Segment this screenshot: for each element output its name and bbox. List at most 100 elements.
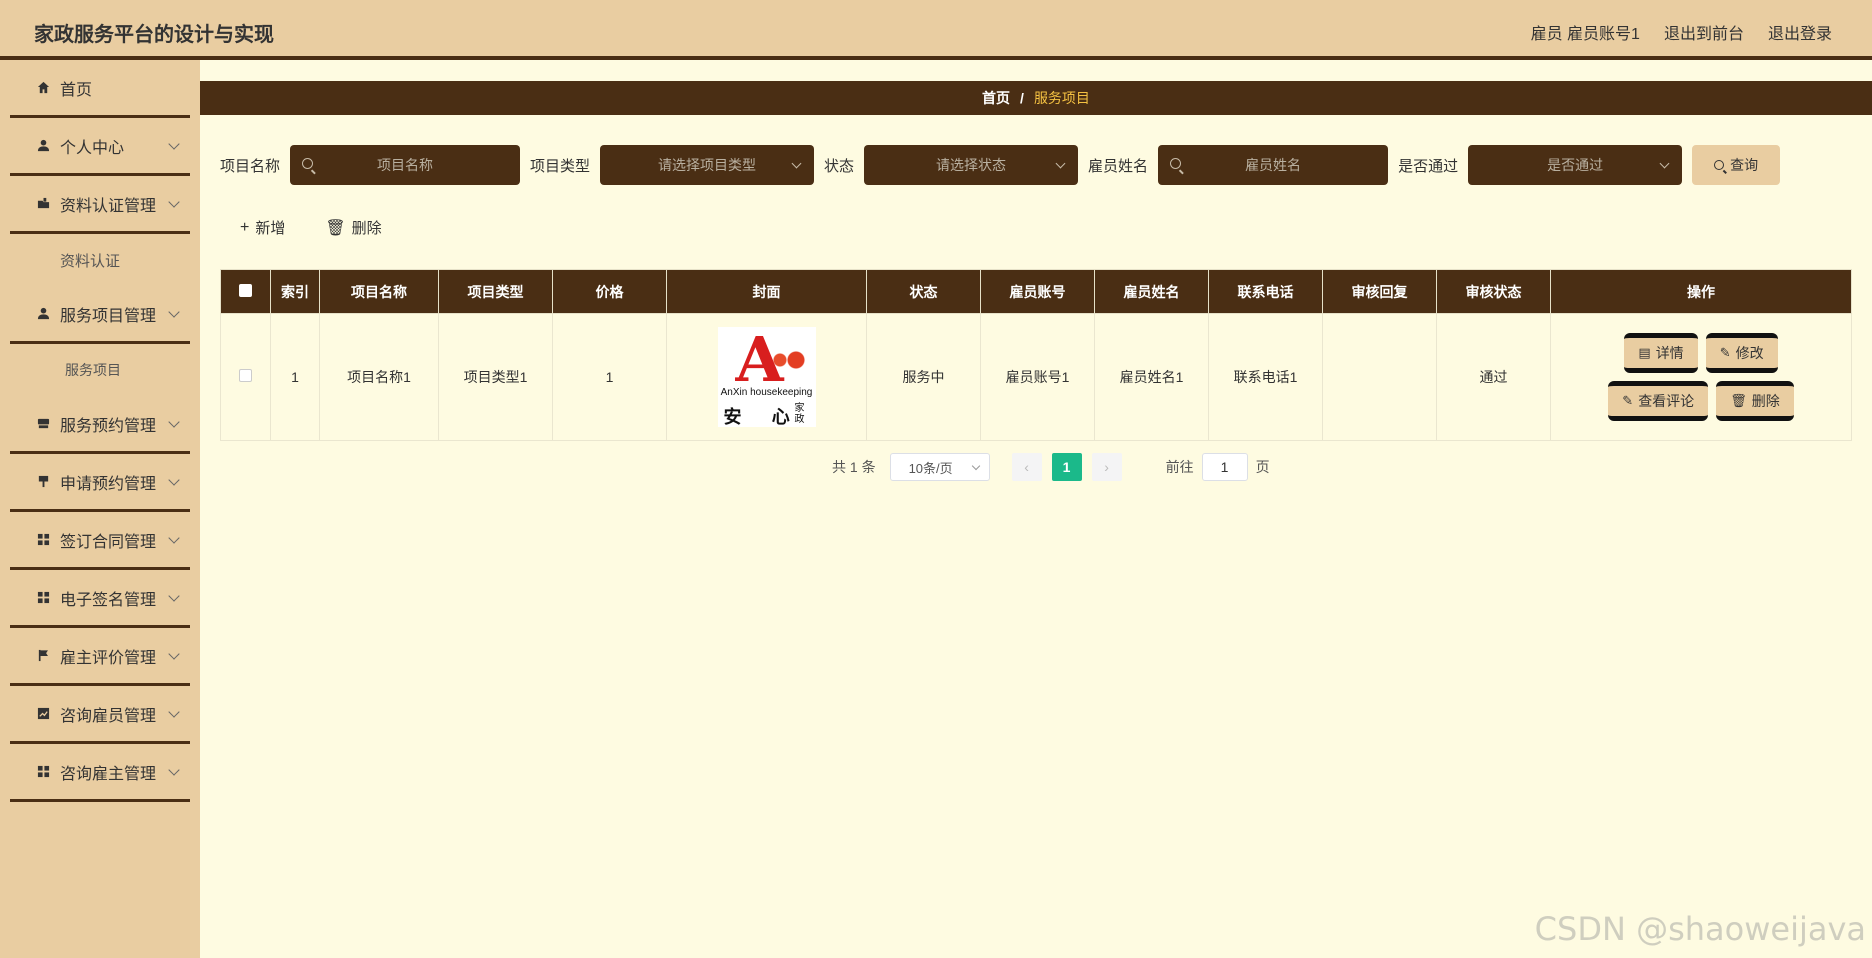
cell-index: 1 <box>270 313 320 441</box>
detail-button[interactable]: ▤ 详情 <box>1624 333 1698 373</box>
col-header: 联系电话 <box>1208 269 1323 314</box>
project-type-select[interactable]: 请选择项目类型 <box>600 145 815 185</box>
sidebar-item-booking-mgmt[interactable]: 服务预约管理 <box>10 396 190 454</box>
toolbar: + 新增 🗑 删除 <box>240 217 382 238</box>
project-type-label: 项目类型 <box>530 157 591 175</box>
logo-chinese-small: 家政 <box>794 403 805 425</box>
app-title: 家政服务平台的设计与实现 <box>34 24 274 46</box>
box-icon <box>36 417 50 431</box>
cell-name: 项目名称1 <box>319 313 439 441</box>
row-checkbox[interactable] <box>239 369 252 382</box>
detail-label: 详情 <box>1655 345 1684 361</box>
prev-page-button[interactable]: ‹ <box>1011 453 1042 481</box>
col-header: 价格 <box>552 269 667 314</box>
status-placeholder: 请选择状态 <box>936 157 1007 173</box>
flag-icon <box>36 649 50 663</box>
goto-label: 前往 <box>1165 459 1194 475</box>
chevron-down-icon <box>168 306 180 318</box>
grid-icon <box>36 765 50 779</box>
status-select[interactable]: 请选择状态 <box>864 145 1079 185</box>
page-size-select[interactable]: 10条/页 <box>889 453 990 481</box>
employee-name-input[interactable]: 雇员姓名 <box>1158 145 1389 185</box>
delete-label: 删除 <box>351 220 382 237</box>
sidebar-subitem-cert[interactable]: 资料认证 <box>10 234 190 286</box>
breadcrumb-separator: / <box>1020 90 1024 106</box>
table-header-row: 索引 项目名称 项目类型 价格 封面 状态 雇员账号 雇员姓名 联系电话 审核回… <box>220 269 1852 314</box>
project-name-placeholder: 项目名称 <box>377 157 434 173</box>
watermark: CSDN @shaoweijava <box>1534 910 1866 948</box>
page-size-label: 10条/页 <box>908 460 953 476</box>
chevron-down-icon <box>168 590 180 602</box>
chevron-down-icon <box>168 416 180 428</box>
col-header: 索引 <box>270 269 320 314</box>
chevron-down-icon <box>791 158 802 169</box>
sidebar-item-signature-mgmt[interactable]: 电子签名管理 <box>10 570 190 628</box>
add-button[interactable]: + 新增 <box>240 217 285 238</box>
grid-icon <box>36 533 50 547</box>
edit-icon: ✎ <box>1622 393 1634 408</box>
logo-swirl <box>767 349 808 371</box>
logo-chinese: 安 心 <box>723 407 802 428</box>
query-button[interactable]: 查询 <box>1692 145 1781 185</box>
approved-select[interactable]: 是否通过 <box>1468 145 1683 185</box>
user-icon <box>36 307 50 321</box>
edit-button[interactable]: ✎ 修改 <box>1705 333 1778 373</box>
sidebar-subitem-service[interactable]: 服务项目 <box>10 344 190 396</box>
next-page-button[interactable]: › <box>1091 453 1122 481</box>
sidebar-item-apply-mgmt[interactable]: 申请预约管理 <box>10 454 190 512</box>
sidebar: 首页 个人中心 资料认证管理 资料认证 服务项目管理 服务项目 服务预约管理 申… <box>0 60 200 958</box>
current-user: 雇员 雇员账号1 <box>1530 26 1640 43</box>
view-comments-button[interactable]: ✎ 查看评论 <box>1608 381 1709 421</box>
col-header: 项目类型 <box>438 269 553 314</box>
chevron-down-icon <box>971 461 980 471</box>
sidebar-item-contract-mgmt[interactable]: 签订合同管理 <box>10 512 190 570</box>
chevron-down-icon <box>168 196 180 208</box>
sidebar-item-label: 电子签名管理 <box>60 591 157 609</box>
sidebar-item-label: 资料认证管理 <box>60 197 157 215</box>
cover-image[interactable]: A AnXin housekeeping 安 心 家政 <box>717 323 816 428</box>
sidebar-item-label: 服务预约管理 <box>60 417 157 435</box>
row-delete-button[interactable]: 🗑 删除 <box>1716 381 1794 421</box>
user-icon <box>36 139 50 153</box>
cell-account: 雇员账号1 <box>980 313 1095 441</box>
sidebar-item-home[interactable]: 首页 <box>10 60 190 118</box>
chevron-left-icon: ‹ <box>1024 459 1029 475</box>
page-number-current[interactable]: 1 <box>1051 453 1082 481</box>
sidebar-item-consult-employer[interactable]: 咨询雇主管理 <box>10 744 190 802</box>
sidebar-item-service-mgmt[interactable]: 服务项目管理 <box>10 286 190 344</box>
sidebar-item-personal[interactable]: 个人中心 <box>10 118 190 176</box>
sidebar-item-review-mgmt[interactable]: 雇主评价管理 <box>10 628 190 686</box>
sidebar-item-label: 申请预约管理 <box>60 475 157 493</box>
sidebar-item-label: 咨询雇主管理 <box>60 765 157 783</box>
logout-link[interactable]: 退出登录 <box>1768 20 1832 44</box>
query-label: 查询 <box>1730 157 1759 173</box>
row-actions-line: ✎ 查看评论 🗑 删除 <box>1608 381 1794 421</box>
search-bar: 项目名称 项目名称 项目类型 请选择项目类型 状态 请选择状态 雇员姓名 雇员姓… <box>220 145 1781 185</box>
col-header: 审核状态 <box>1436 269 1551 314</box>
select-all-checkbox-cell[interactable] <box>220 269 271 314</box>
col-header: 状态 <box>866 269 981 314</box>
chevron-down-icon <box>1659 158 1670 169</box>
breadcrumb-current: 服务项目 <box>1033 90 1090 106</box>
home-icon <box>36 81 50 95</box>
select-all-checkbox[interactable] <box>239 283 252 297</box>
batch-delete-button[interactable]: 🗑 删除 <box>325 217 381 238</box>
employee-name-placeholder: 雇员姓名 <box>1245 157 1302 173</box>
top-header: 家政服务平台的设计与实现 雇员 雇员账号1 退出到前台 退出登录 <box>0 0 1872 60</box>
project-type-placeholder: 请选择项目类型 <box>658 157 757 173</box>
comments-label: 查看评论 <box>1638 393 1695 409</box>
row-checkbox-cell[interactable] <box>220 313 271 441</box>
breadcrumb-home[interactable]: 首页 <box>982 88 1010 108</box>
project-name-input[interactable]: 项目名称 <box>290 145 521 185</box>
cell-status: 服务中 <box>866 313 981 441</box>
edit-icon: ✎ <box>1719 345 1731 360</box>
front-link[interactable]: 退出到前台 <box>1664 20 1744 44</box>
sidebar-item-cert-mgmt[interactable]: 资料认证管理 <box>10 176 190 234</box>
page-jump-input[interactable]: 1 <box>1201 453 1248 481</box>
edit-label: 修改 <box>1735 345 1764 361</box>
sidebar-item-consult-employee[interactable]: 咨询雇员管理 <box>10 686 190 744</box>
total-count: 共 1 条 <box>832 459 876 475</box>
pin-icon <box>36 475 50 489</box>
table-row: 1 项目名称1 项目类型1 1 A AnXin housekeeping 安 心… <box>220 313 1852 441</box>
approved-label: 是否通过 <box>1398 157 1459 175</box>
